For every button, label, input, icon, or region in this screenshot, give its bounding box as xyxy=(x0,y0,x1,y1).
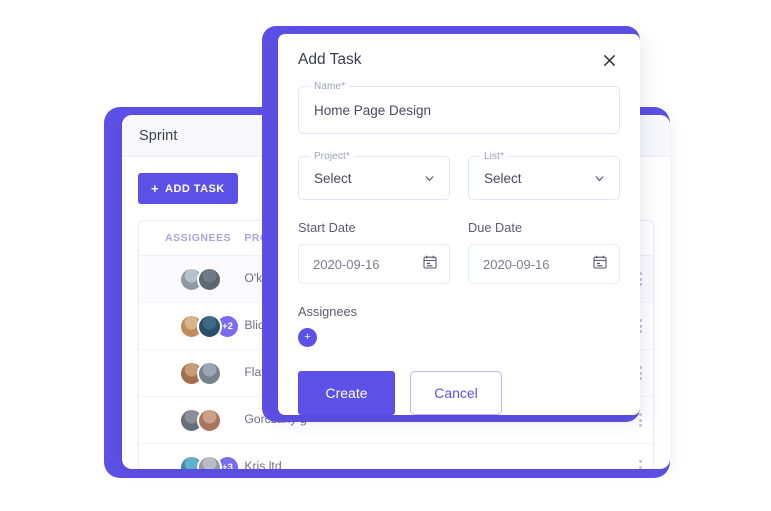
start-date-label: Start Date xyxy=(298,220,356,235)
create-button[interactable]: Create xyxy=(298,371,395,415)
avatar xyxy=(197,360,222,386)
add-task-button[interactable]: + ADD TASK xyxy=(138,173,238,204)
avatar xyxy=(197,313,222,339)
modal-actions: Create Cancel xyxy=(298,371,620,415)
kebab-menu-icon[interactable] xyxy=(627,460,653,469)
avatar-group xyxy=(165,360,244,386)
dates-row: Start Date 2020-09-16 Due Date 2020-09-1… xyxy=(298,220,620,284)
calendar-icon[interactable] xyxy=(592,254,608,275)
due-date-value: 2020-09-16 xyxy=(483,256,550,272)
project-list-row: Project* Select List* Select xyxy=(298,151,620,200)
row-project-cell: Kris ltd xyxy=(244,459,282,469)
close-icon[interactable] xyxy=(598,49,620,71)
column-header-assignees: ASSIGNEES xyxy=(165,232,232,244)
list-select[interactable]: List* Select xyxy=(468,151,620,200)
due-date-group: Due Date 2020-09-16 xyxy=(468,220,620,284)
modal-title: Add Task xyxy=(298,51,362,68)
avatar-group xyxy=(165,266,244,292)
start-date-input[interactable]: 2020-09-16 xyxy=(298,244,450,284)
task-name-label: Name* xyxy=(310,81,350,92)
modal-header: Add Task xyxy=(298,34,620,86)
list-select-value: Select xyxy=(484,170,522,186)
avatar-group xyxy=(165,407,244,433)
project-select-label: Project* xyxy=(310,151,354,162)
row-menu-cell xyxy=(627,460,653,469)
project-select-value: Select xyxy=(314,170,352,186)
add-task-modal: Add Task Name* Home Page Design Project*… xyxy=(278,34,640,415)
row-assignees-cell: +2 xyxy=(139,313,244,339)
avatar xyxy=(197,407,222,433)
table-row[interactable]: +3 Kris ltd xyxy=(139,444,653,469)
due-date-input[interactable]: 2020-09-16 xyxy=(468,244,620,284)
row-assignees-cell: +3 xyxy=(139,454,244,469)
row-assignees-cell xyxy=(139,360,244,386)
assignees-section: Assignees + xyxy=(298,304,620,347)
avatar-group: +3 xyxy=(165,454,244,469)
project-select[interactable]: Project* Select xyxy=(298,151,450,200)
task-name-field[interactable]: Name* Home Page Design xyxy=(298,81,620,134)
avatar xyxy=(197,266,222,292)
task-name-value: Home Page Design xyxy=(314,102,432,118)
start-date-group: Start Date 2020-09-16 xyxy=(298,220,450,284)
plus-icon: + xyxy=(151,180,160,196)
add-assignee-button[interactable]: + xyxy=(298,328,317,347)
avatar-group: +2 xyxy=(165,313,244,339)
row-assignees-cell xyxy=(139,407,244,433)
add-task-button-label: ADD TASK xyxy=(165,182,225,195)
avatar xyxy=(197,454,222,469)
due-date-label: Due Date xyxy=(468,220,523,235)
list-select-label: List* xyxy=(480,151,508,162)
calendar-icon[interactable] xyxy=(422,254,438,275)
row-assignees-cell xyxy=(139,266,244,292)
page-title: Sprint xyxy=(139,127,178,144)
chevron-down-icon xyxy=(423,172,436,185)
chevron-down-icon xyxy=(593,172,606,185)
assignees-label: Assignees xyxy=(298,304,358,319)
cancel-button[interactable]: Cancel xyxy=(410,371,502,415)
start-date-value: 2020-09-16 xyxy=(313,256,380,272)
